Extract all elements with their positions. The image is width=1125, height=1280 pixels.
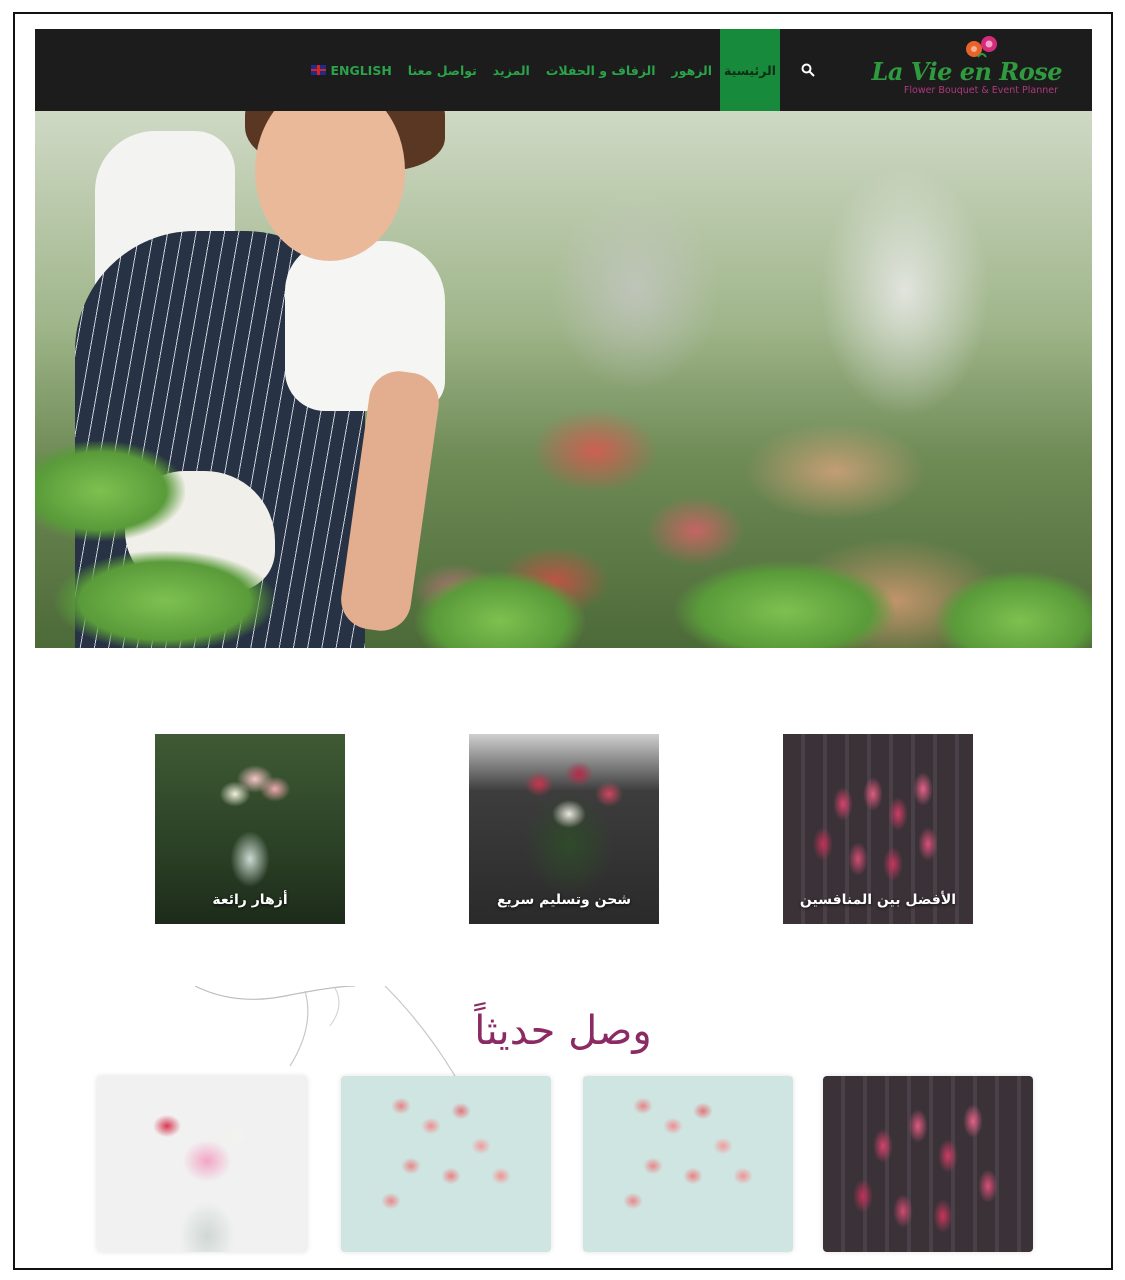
feature-label: شحن وتسليم سريع — [496, 892, 632, 908]
fern-leaf — [935, 571, 1092, 648]
fern-leaf — [55, 551, 275, 648]
menu-item-contact[interactable]: تواصل معنا — [400, 29, 485, 111]
product-card[interactable] — [823, 1076, 1033, 1252]
top-navbar: La Vie en Rose Flower Bouquet & Event Pl… — [35, 29, 1092, 111]
page-frame: La Vie en Rose Flower Bouquet & Event Pl… — [13, 12, 1113, 1270]
recent-arrivals-title: وصل حديثاً — [474, 1008, 652, 1054]
uk-flag-icon — [311, 65, 327, 75]
site-logo[interactable]: La Vie en Rose Flower Bouquet & Event Pl… — [871, 29, 1062, 111]
feature-card-flowers[interactable]: أزهار رائعة — [155, 734, 345, 924]
menu-item-weddings-parties[interactable]: الزفاف و الحفلات — [538, 29, 664, 111]
menu-item-flowers[interactable]: الزهور — [664, 29, 720, 111]
hero-banner-image — [35, 111, 1092, 648]
search-icon — [801, 63, 815, 77]
feature-label: أزهار رائعة — [212, 892, 288, 908]
menu-item-english[interactable]: ENGLISH — [303, 29, 399, 111]
menu-item-more[interactable]: المزيد — [485, 29, 538, 111]
fern-leaf — [35, 441, 185, 541]
product-card[interactable] — [341, 1076, 551, 1252]
fern-leaf — [415, 571, 585, 648]
feature-card-best[interactable]: الأفضل بين المنافسين — [783, 734, 973, 924]
search-button[interactable] — [793, 55, 823, 85]
feature-label: الأفضل بين المنافسين — [799, 892, 957, 908]
product-card[interactable] — [583, 1076, 793, 1252]
menu-item-english-label: ENGLISH — [330, 62, 392, 78]
feature-card-delivery[interactable]: شحن وتسليم سريع — [469, 734, 659, 924]
fern-leaf — [675, 561, 895, 648]
recent-products-row — [15, 1076, 1111, 1252]
product-card[interactable] — [97, 1076, 307, 1252]
main-menu: الرئيسية الزهور الزفاف و الحفلات المزيد … — [303, 29, 780, 111]
menu-item-home[interactable]: الرئيسية — [720, 29, 780, 111]
features-section: الأفضل بين المنافسين شحن وتسليم سريع أزه… — [15, 734, 1111, 924]
logo-title: La Vie en Rose — [871, 57, 1062, 86]
logo-subtitle: Flower Bouquet & Event Planner — [903, 85, 1058, 96]
